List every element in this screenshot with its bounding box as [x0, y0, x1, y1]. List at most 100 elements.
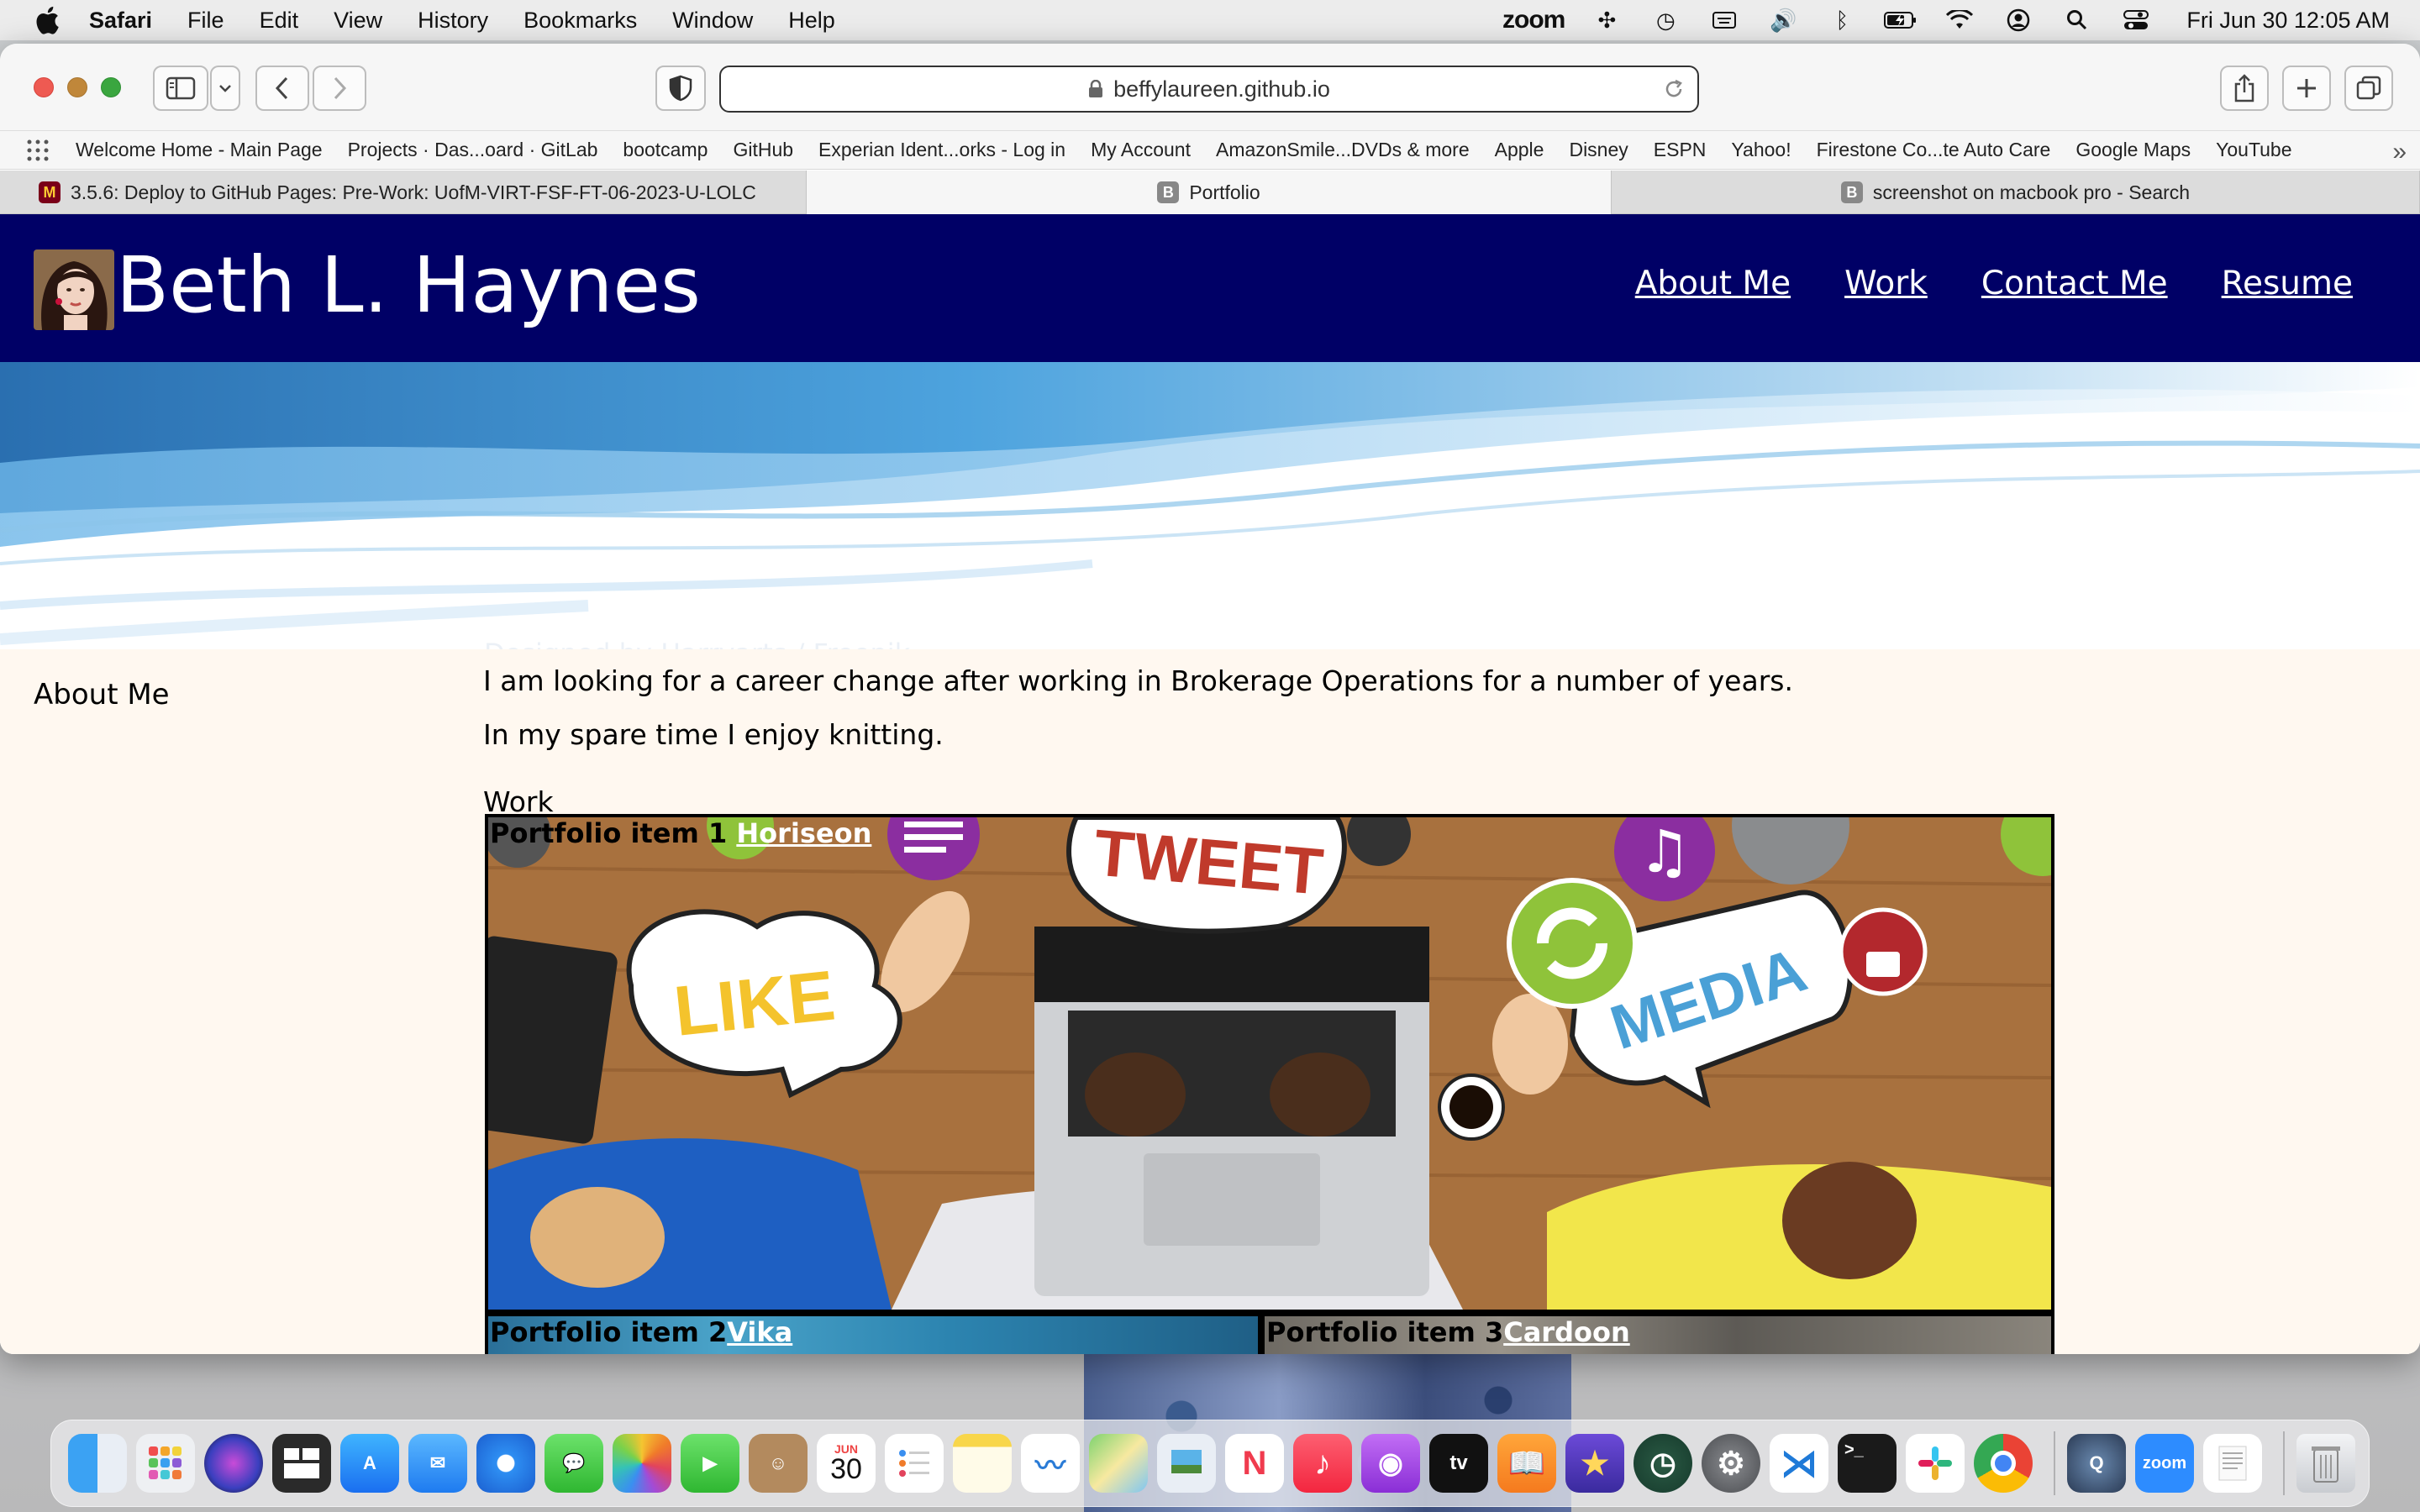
favorite-link[interactable]: GitHub	[733, 139, 793, 161]
menu-help[interactable]: Help	[788, 8, 835, 34]
favorite-link[interactable]: YouTube	[2216, 139, 2291, 161]
keyboard-icon[interactable]	[1707, 3, 1741, 37]
portfolio-item-3[interactable]: Portfolio item 3Cardoon	[1261, 1313, 2054, 1354]
tv-icon[interactable]: tv	[1429, 1434, 1488, 1493]
finder-icon[interactable]	[68, 1434, 127, 1493]
maps-icon[interactable]	[1089, 1434, 1148, 1493]
shield-icon	[669, 75, 692, 102]
tab-group-dropdown[interactable]	[210, 66, 240, 111]
portfolio-item-1[interactable]: LIKE TWEET MEDIA ♫ Portfolio item 1 Hori…	[485, 814, 2054, 1313]
portfolio-item-label: Portfolio item 3	[1266, 1316, 1504, 1348]
nav-about-me-link[interactable]: About Me	[1635, 265, 1791, 302]
cardoon-link[interactable]: Cardoon	[1503, 1316, 1630, 1348]
tab-portfolio[interactable]: B Portfolio	[807, 171, 1612, 214]
menu-edit[interactable]: Edit	[260, 8, 299, 34]
favorite-link[interactable]: bootcamp	[623, 139, 708, 161]
slack-icon[interactable]	[1906, 1434, 1965, 1493]
apple-menu-icon[interactable]	[30, 3, 64, 37]
app-store-icon[interactable]: A	[340, 1434, 399, 1493]
menu-history[interactable]: History	[418, 8, 488, 34]
reload-icon[interactable]	[1662, 77, 1686, 101]
b-favicon-icon: B	[1840, 181, 1863, 203]
favorite-link[interactable]: Experian Ident...orks - Log in	[818, 139, 1065, 161]
nav-work-link[interactable]: Work	[1844, 265, 1928, 302]
contacts-icon[interactable]: ☺	[749, 1434, 808, 1493]
news-icon[interactable]: N	[1225, 1434, 1284, 1493]
quicktime-icon[interactable]: Q	[2067, 1434, 2126, 1493]
menu-bar-clock[interactable]: Fri Jun 30 12:05 AM	[2186, 8, 2390, 34]
imovie-icon[interactable]: ★	[1565, 1434, 1624, 1493]
nav-contact-me-link[interactable]: Contact Me	[1981, 265, 2168, 302]
tab-overview-button[interactable]	[2344, 66, 2393, 111]
tab-search[interactable]: B screenshot on macbook pro - Search	[1612, 171, 2420, 214]
menu-bookmarks[interactable]: Bookmarks	[523, 8, 637, 34]
trash-icon[interactable]	[2296, 1434, 2355, 1493]
privacy-report-button[interactable]	[655, 66, 706, 111]
textedit-icon[interactable]	[2203, 1434, 2262, 1493]
share-button[interactable]	[2220, 66, 2269, 111]
menu-window[interactable]: Window	[672, 8, 753, 34]
horiseon-link[interactable]: Horiseon	[736, 817, 871, 849]
launchpad-icon[interactable]	[136, 1434, 195, 1493]
preview-icon[interactable]	[1157, 1434, 1216, 1493]
sidebar-toggle-button[interactable]	[153, 66, 208, 111]
facetime-icon[interactable]: ▶	[681, 1434, 739, 1493]
chrome-icon[interactable]	[1974, 1434, 2033, 1493]
back-button[interactable]	[255, 66, 309, 111]
nav-resume-link[interactable]: Resume	[2222, 265, 2353, 302]
favorite-link[interactable]: Welcome Home - Main Page	[76, 139, 323, 161]
zoom-app-icon[interactable]: zoom	[2135, 1434, 2194, 1493]
favorite-link[interactable]: AmazonSmile...DVDs & more	[1216, 139, 1470, 161]
battery-icon[interactable]	[1884, 3, 1918, 37]
terminal-icon[interactable]: >_	[1838, 1434, 1897, 1493]
zoom-status-item[interactable]: zoom	[1502, 6, 1565, 34]
portfolio-item-2[interactable]: Portfolio item 2Vika	[485, 1313, 1261, 1354]
grid-icon[interactable]	[25, 138, 50, 163]
messages-icon[interactable]: 💬	[544, 1434, 603, 1493]
grid-dots-icon[interactable]: ✣	[1590, 3, 1623, 37]
zoom-window-button[interactable]	[101, 77, 121, 97]
favorite-link[interactable]: Apple	[1495, 139, 1544, 161]
favorite-link[interactable]: Projects · Das...oard · GitLab	[348, 139, 598, 161]
system-settings-icon[interactable]: ⚙	[1702, 1434, 1760, 1493]
forward-button[interactable]	[313, 66, 366, 111]
bluetooth-icon[interactable]: ᛒ	[1825, 3, 1859, 37]
notes-icon[interactable]	[953, 1434, 1012, 1493]
volume-icon[interactable]: 🔊	[1766, 3, 1800, 37]
mail-icon[interactable]: ✉	[408, 1434, 467, 1493]
favorite-link[interactable]: ESPN	[1654, 139, 1707, 161]
freeform-icon[interactable]: 〰	[1021, 1434, 1080, 1493]
safari-icon[interactable]	[476, 1434, 535, 1493]
new-tab-button[interactable]	[2282, 66, 2331, 111]
time-machine-icon[interactable]: ◷	[1634, 1434, 1692, 1493]
menu-file[interactable]: File	[187, 8, 224, 34]
double-chevron-right-icon[interactable]: »	[2392, 138, 2407, 166]
music-icon[interactable]: ♪	[1293, 1434, 1352, 1493]
tab-canvas[interactable]: M 3.5.6: Deploy to GitHub Pages: Pre-Wor…	[0, 171, 807, 214]
photos-icon[interactable]	[613, 1434, 671, 1493]
close-window-button[interactable]	[34, 77, 54, 97]
favorite-link[interactable]: My Account	[1091, 139, 1191, 161]
favorite-link[interactable]: Yahoo!	[1731, 139, 1791, 161]
time-machine-icon[interactable]: ◷	[1649, 3, 1682, 37]
user-icon[interactable]	[2002, 3, 2035, 37]
address-bar[interactable]: beffylaureen.github.io	[719, 66, 1699, 113]
search-icon[interactable]	[2060, 3, 2094, 37]
wifi-icon[interactable]	[1943, 3, 1976, 37]
siri-icon[interactable]	[204, 1434, 263, 1493]
mission-control-icon[interactable]	[272, 1434, 331, 1493]
minimize-window-button[interactable]	[67, 77, 87, 97]
control-center-icon[interactable]	[2119, 3, 2153, 37]
favorite-link[interactable]: Firestone Co...te Auto Care	[1817, 139, 2051, 161]
favorite-link[interactable]: Disney	[1569, 139, 1628, 161]
menu-view[interactable]: View	[334, 8, 382, 34]
menu-app-name[interactable]: Safari	[89, 8, 152, 34]
vscode-icon[interactable]: ⋊	[1770, 1434, 1828, 1493]
favorite-link[interactable]: Google Maps	[2075, 139, 2191, 161]
books-icon[interactable]: 📖	[1497, 1434, 1556, 1493]
podcasts-icon[interactable]: ◉	[1361, 1434, 1420, 1493]
reminders-icon[interactable]	[885, 1434, 944, 1493]
dock-separator	[2283, 1431, 2285, 1495]
calendar-icon[interactable]: JUN 30	[817, 1434, 876, 1493]
vika-link[interactable]: Vika	[727, 1316, 792, 1348]
